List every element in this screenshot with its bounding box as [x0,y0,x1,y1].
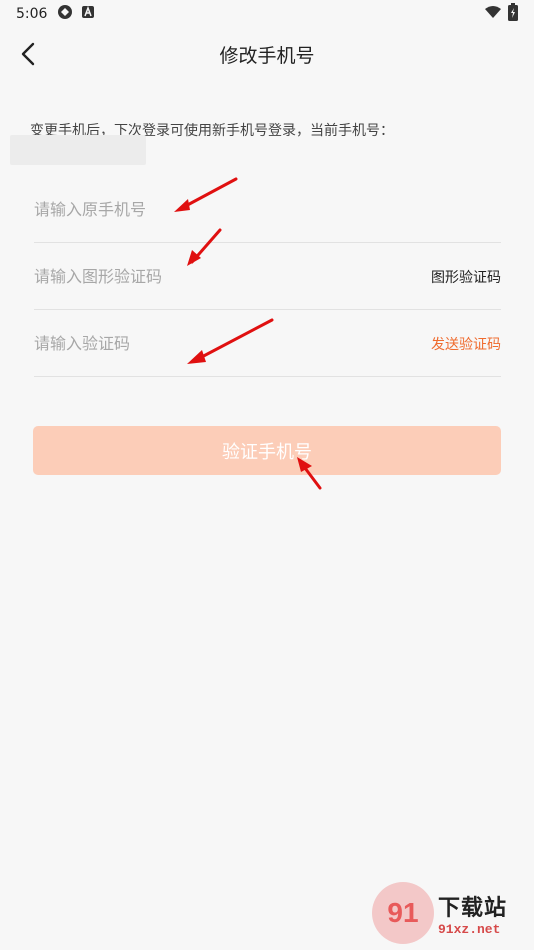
back-button[interactable] [12,38,44,70]
current-phone-masked [10,135,146,165]
verify-phone-button[interactable]: 验证手机号 [33,426,501,475]
captcha-row: 图形验证码 [34,244,501,310]
annotation-arrow-1 [174,177,238,212]
send-code-button[interactable]: 发送验证码 [431,334,501,354]
annotation-arrow-2 [187,228,222,266]
chevron-left-icon [21,42,35,66]
watermark-brand: 下载站 [438,895,508,921]
header: 修改手机号 [0,30,534,78]
page-title: 修改手机号 [219,44,315,67]
battery-icon [508,3,518,25]
app-notification-icon [57,4,73,24]
wifi-icon [484,5,502,23]
status-time: 5:06 [16,6,48,22]
annotation-arrow-3 [187,318,274,364]
text-notification-icon [81,5,95,23]
watermark: 91 下载站 91xz.net [372,880,532,946]
original-phone-row [34,177,501,243]
watermark-logo: 91 [372,882,434,944]
watermark-site: 91xz.net [438,921,501,937]
status-bar: 5:06 [0,0,534,28]
captcha-image-button[interactable]: 图形验证码 [431,267,501,287]
annotation-arrow-4 [297,457,322,490]
